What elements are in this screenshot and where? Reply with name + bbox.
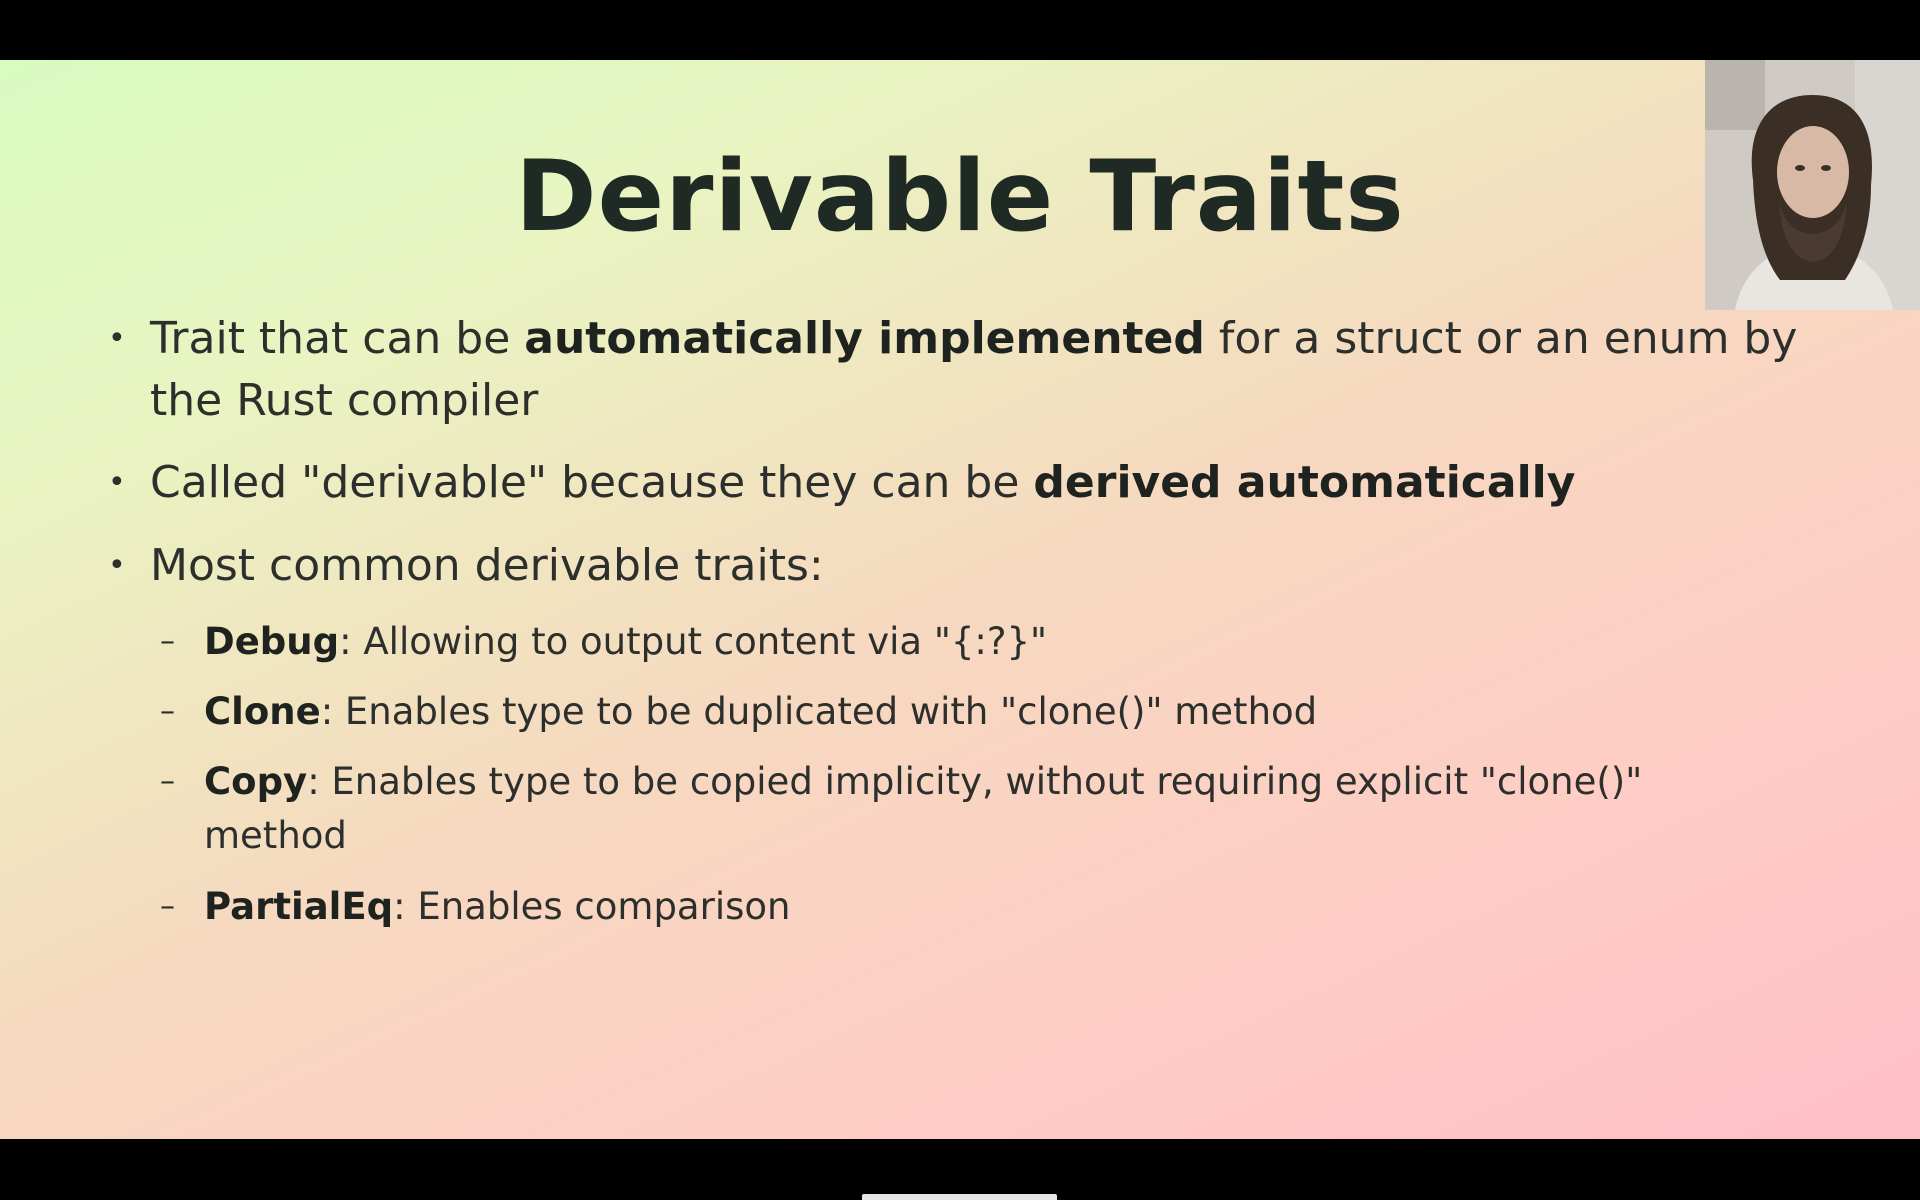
dash-icon: – <box>160 624 175 659</box>
sub-bullet-text: Debug: Allowing to output content via "{… <box>204 620 1048 663</box>
letterbox-bottom <box>0 1139 1920 1200</box>
bullet-item: • Called "derivable" because they can be… <box>108 452 1828 514</box>
bullet-dot-icon: • <box>108 548 126 583</box>
dash-icon: – <box>160 764 175 799</box>
dash-icon: – <box>160 694 175 729</box>
sub-bullet-item: – Clone: Enables type to be duplicated w… <box>160 685 1720 739</box>
bullet-item: • Trait that can be automatically implem… <box>108 308 1828 432</box>
presenter-icon <box>1705 60 1920 310</box>
bullet-dot-icon: • <box>108 465 126 500</box>
sub-bullet-item: – PartialEq: Enables comparison <box>160 880 1720 934</box>
sub-bullet-item: – Copy: Enables type to be copied implic… <box>160 755 1720 863</box>
bullet-text: Trait that can be automatically implemen… <box>150 313 1798 426</box>
presentation-slide: Derivable Traits • Trait that can be aut… <box>0 60 1920 1139</box>
letterbox-top <box>0 0 1920 60</box>
sub-bullet-text: Clone: Enables type to be duplicated wit… <box>204 690 1318 733</box>
bullet-dot-icon: • <box>108 321 126 356</box>
sub-bullet-text: PartialEq: Enables comparison <box>204 885 791 928</box>
dash-icon: – <box>160 889 175 924</box>
sub-bullet-item: – Debug: Allowing to output content via … <box>160 615 1720 669</box>
bullet-text: Called "derivable" because they can be d… <box>150 457 1576 508</box>
slide-title: Derivable Traits <box>515 140 1405 254</box>
player-progress-handle[interactable] <box>862 1194 1057 1200</box>
webcam-overlay <box>1705 60 1920 310</box>
sub-bullet-text: Copy: Enables type to be copied implicit… <box>204 760 1643 857</box>
bullet-item: • Most common derivable traits: <box>108 535 1828 597</box>
bullet-text: Most common derivable traits: <box>150 540 824 591</box>
